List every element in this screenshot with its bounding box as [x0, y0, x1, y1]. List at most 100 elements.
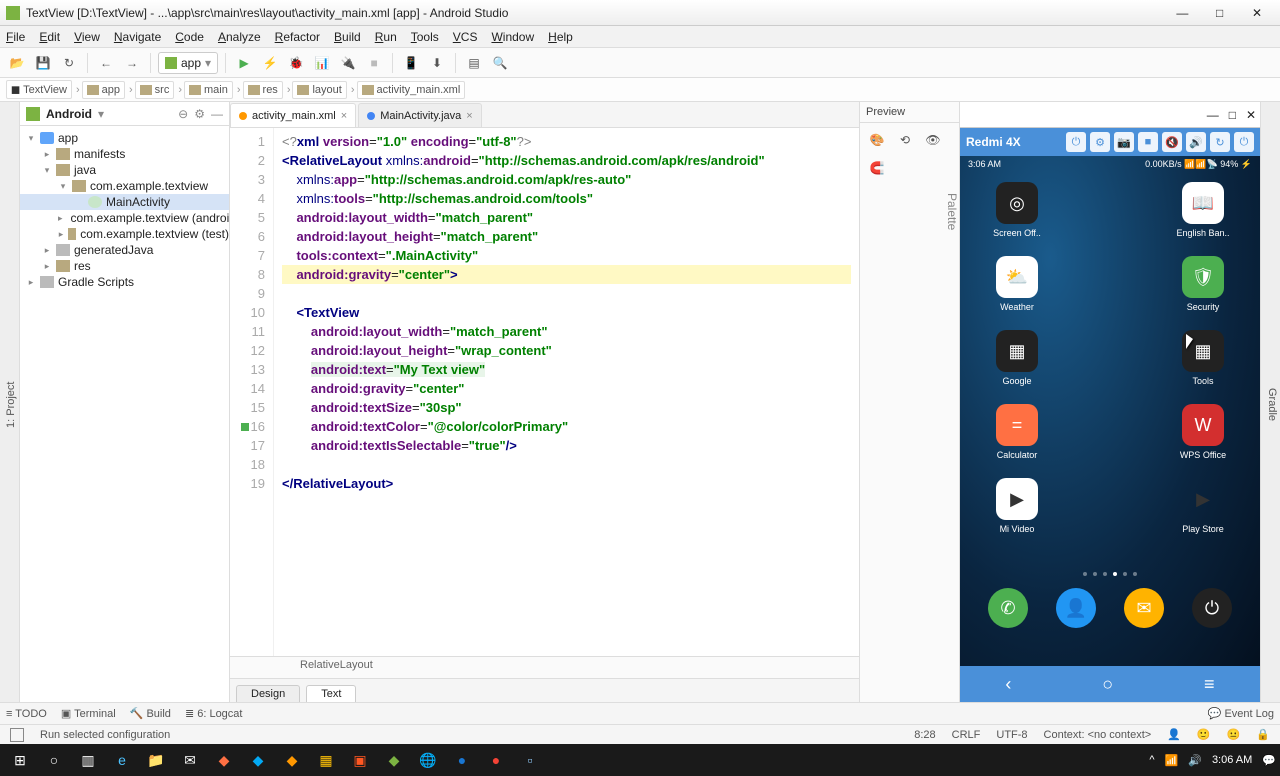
tree-node[interactable]: ▸manifests: [20, 146, 229, 162]
menu-tools[interactable]: Tools: [411, 30, 439, 44]
cortana-icon[interactable]: ○: [38, 746, 70, 774]
tree-node[interactable]: ▾app: [20, 130, 229, 146]
attach-button[interactable]: 🔌: [337, 52, 359, 74]
device-screen[interactable]: 3:06 AM 0.00KB/s 📶📶📡 94% ⚡ ◎Screen Off..…: [960, 156, 1260, 666]
context[interactable]: Context: <no context>: [1044, 729, 1152, 741]
build-tab[interactable]: 🔨 Build: [130, 707, 171, 720]
breadcrumb-item[interactable]: res: [243, 81, 283, 99]
volume-icon[interactable]: 🔊: [1186, 132, 1206, 152]
debug-button[interactable]: 🐞: [285, 52, 307, 74]
close-icon[interactable]: ×: [466, 110, 472, 122]
nav-home[interactable]: ○: [1102, 674, 1113, 695]
run-config-selector[interactable]: app ▾: [158, 52, 218, 74]
tray-time[interactable]: 3:06 AM: [1212, 754, 1252, 766]
app5-icon[interactable]: ●: [446, 746, 478, 774]
menu-help[interactable]: Help: [548, 30, 573, 44]
breadcrumb-item[interactable]: layout: [292, 81, 346, 99]
tree-node[interactable]: ▸com.example.textview (androidTest): [20, 210, 229, 226]
menu-analyze[interactable]: Analyze: [218, 30, 261, 44]
structure-button[interactable]: ▤: [463, 52, 485, 74]
forward-icon[interactable]: →: [121, 52, 143, 74]
menu-code[interactable]: Code: [175, 30, 204, 44]
menu-vcs[interactable]: VCS: [453, 30, 478, 44]
profiler-button[interactable]: 📊: [311, 52, 333, 74]
magnet-icon[interactable]: 🧲: [866, 157, 888, 179]
tray-wifi-icon[interactable]: 📶: [1165, 754, 1179, 767]
gear-icon[interactable]: ⚙: [194, 107, 205, 121]
android-studio-icon[interactable]: ◆: [378, 746, 410, 774]
sdk-button[interactable]: ⬇: [426, 52, 448, 74]
breadcrumb-item[interactable]: main: [184, 81, 233, 99]
power2-icon[interactable]: ⏻: [1234, 132, 1254, 152]
close-icon[interactable]: ×: [341, 110, 347, 122]
menu-window[interactable]: Window: [491, 30, 534, 44]
app7-icon[interactable]: ▫: [514, 746, 546, 774]
mute-icon[interactable]: 🔇: [1162, 132, 1182, 152]
save-icon[interactable]: 💾: [32, 52, 54, 74]
video-icon[interactable]: ■: [1138, 132, 1158, 152]
palette-icon[interactable]: 🎨: [866, 129, 888, 151]
left-tab[interactable]: 1: Project: [3, 108, 19, 702]
sublime-icon[interactable]: ◆: [276, 746, 308, 774]
palette-label[interactable]: Palette: [945, 185, 959, 238]
app-playstore[interactable]: ▶Play Store: [1160, 478, 1246, 534]
line-ending[interactable]: CRLF: [952, 729, 981, 741]
breadcrumb-item[interactable]: ◼ TextView: [6, 80, 72, 99]
search-icon[interactable]: 🔍: [489, 52, 511, 74]
right-tab[interactable]: Gradle: [1264, 108, 1280, 702]
project-view-selector[interactable]: Android: [46, 107, 92, 121]
nav-back[interactable]: ‹: [1005, 674, 1011, 695]
emulator-minimize[interactable]: —: [1207, 108, 1219, 122]
notifications-icon[interactable]: 💬: [1262, 754, 1276, 767]
tree-node[interactable]: ▸generatedJava: [20, 242, 229, 258]
tree-node[interactable]: ▸res: [20, 258, 229, 274]
encoding[interactable]: UTF-8: [996, 729, 1027, 741]
menu-run[interactable]: Run: [375, 30, 397, 44]
sync-icon[interactable]: ↻: [58, 52, 80, 74]
rotate-icon[interactable]: ⟲: [894, 129, 916, 151]
collapse-icon[interactable]: ⊖: [178, 107, 188, 121]
design-tab[interactable]: Design: [236, 685, 300, 702]
open-icon[interactable]: 📂: [6, 52, 28, 74]
dock-app[interactable]: ✆: [988, 588, 1028, 628]
emulator-maximize[interactable]: □: [1229, 108, 1236, 122]
refresh-icon[interactable]: ↻: [1210, 132, 1230, 152]
code-content[interactable]: <?xml version="1.0" encoding="utf-8"?><R…: [274, 128, 859, 656]
system-tray[interactable]: ^ 📶 🔊 3:06 AM 💬: [1149, 754, 1276, 767]
avd-button[interactable]: 📱: [400, 52, 422, 74]
app3-icon[interactable]: ▦: [310, 746, 342, 774]
menu-navigate[interactable]: Navigate: [114, 30, 161, 44]
menu-view[interactable]: View: [74, 30, 100, 44]
project-tree[interactable]: ▾app▸manifests▾java▾com.example.textview…: [20, 126, 229, 702]
explorer-icon[interactable]: 📁: [140, 746, 172, 774]
menu-edit[interactable]: Edit: [39, 30, 60, 44]
tree-node[interactable]: ▾com.example.textview: [20, 178, 229, 194]
camera-icon[interactable]: 📷: [1114, 132, 1134, 152]
app-weather[interactable]: ⛅Weather: [974, 256, 1060, 312]
dock-app[interactable]: 👤: [1056, 588, 1096, 628]
edge-icon[interactable]: e: [106, 746, 138, 774]
editor-tab[interactable]: MainActivity.java×: [358, 103, 482, 127]
apply-changes-button[interactable]: ⚡: [259, 52, 281, 74]
chevron-down-icon[interactable]: ▾: [98, 107, 104, 121]
tree-node[interactable]: ▾java: [20, 162, 229, 178]
back-icon[interactable]: ←: [95, 52, 117, 74]
tray-sound-icon[interactable]: 🔊: [1188, 754, 1202, 767]
app-englishban[interactable]: 📖English Ban..: [1160, 182, 1246, 238]
app4-icon[interactable]: ▣: [344, 746, 376, 774]
dock-app[interactable]: ⏻: [1192, 588, 1232, 628]
caret-position[interactable]: 8:28: [914, 729, 935, 741]
menu-file[interactable]: File: [6, 30, 25, 44]
eventlog-tab[interactable]: 💬 Event Log: [1208, 707, 1274, 720]
run-button[interactable]: ▶: [233, 52, 255, 74]
code-editor[interactable]: 12345678910111213141516171819 <?xml vers…: [230, 128, 859, 656]
app1-icon[interactable]: ◆: [208, 746, 240, 774]
menu-refactor[interactable]: Refactor: [275, 30, 320, 44]
app-calculator[interactable]: =Calculator: [974, 404, 1060, 460]
power-icon[interactable]: ⏻: [1066, 132, 1086, 152]
text-tab[interactable]: Text: [306, 685, 356, 702]
logcat-tab[interactable]: ≣ 6: Logcat: [185, 707, 243, 720]
maximize-button[interactable]: □: [1203, 6, 1237, 20]
chrome-icon[interactable]: 🌐: [412, 746, 444, 774]
app6-icon[interactable]: ●: [480, 746, 512, 774]
